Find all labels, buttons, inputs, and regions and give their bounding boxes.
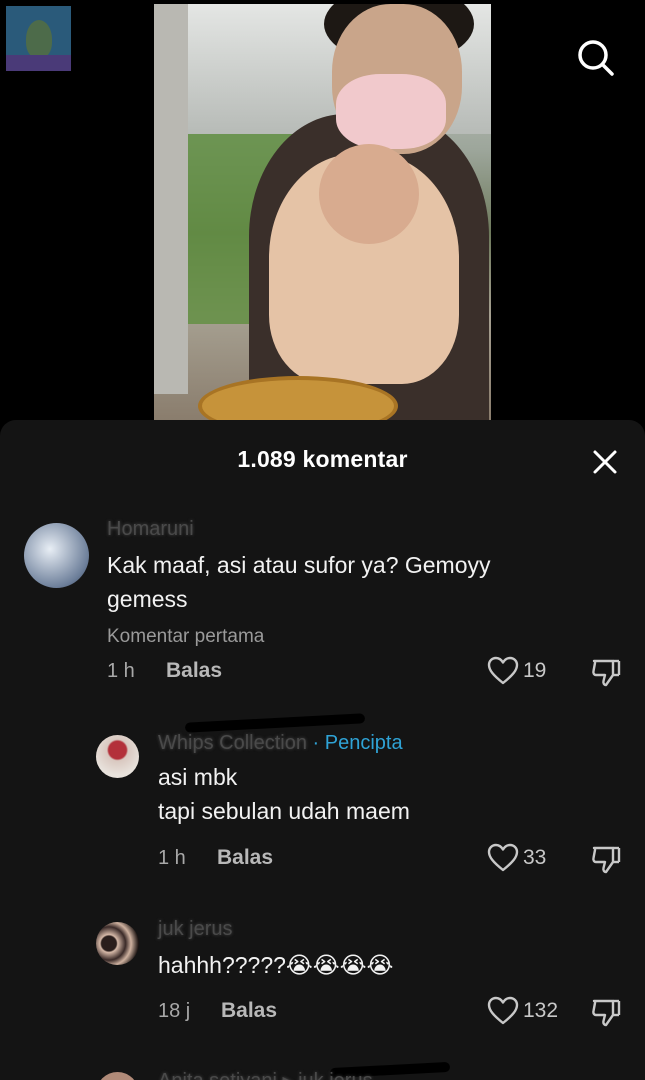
avatar[interactable] xyxy=(24,523,89,588)
thumbs-down-icon xyxy=(592,999,621,1027)
heart-icon xyxy=(487,656,519,685)
creator-badge: · Pencipta xyxy=(312,732,403,754)
comment-time: 1 h xyxy=(107,660,135,682)
video-player[interactable] xyxy=(154,4,491,420)
avatar-character xyxy=(26,20,52,58)
creator-avatar-thumbnail[interactable] xyxy=(6,6,71,71)
dislike-button[interactable] xyxy=(590,843,622,880)
comment-count-title: 1.089 komentar xyxy=(237,446,408,472)
avatar[interactable] xyxy=(96,735,139,778)
thumbs-down-icon xyxy=(592,659,621,687)
avatar[interactable] xyxy=(96,1072,139,1080)
avatar[interactable] xyxy=(96,922,139,965)
reply-button[interactable]: Balas xyxy=(166,659,222,683)
like-count: 132 xyxy=(523,999,559,1022)
comment-username[interactable]: Anita setiyani ▸ juk jerus xyxy=(158,1068,373,1080)
heart-icon xyxy=(487,996,519,1025)
comments-sheet: 1.089 komentar Homaruni Kak maaf, asi at… xyxy=(0,420,645,1080)
comment-username[interactable]: Homaruni xyxy=(107,518,194,541)
comment-text: Kak maaf, asi atau sufor ya? Gemoyy geme… xyxy=(107,552,491,612)
like-count: 19 xyxy=(523,659,547,682)
comment-text: hahhh?????😭😭😭😭 xyxy=(158,952,394,978)
first-comment-label: Komentar pertama xyxy=(107,626,265,647)
comment-text: asi mbk tapi sebulan udah maem xyxy=(158,764,410,824)
like-button[interactable]: 132 xyxy=(487,996,558,1026)
redaction-scribble xyxy=(184,713,366,733)
like-button[interactable]: 33 xyxy=(487,843,546,873)
search-button[interactable] xyxy=(572,34,620,82)
comment-username[interactable]: juk jerus xyxy=(158,918,232,941)
thumbs-down-icon xyxy=(592,846,621,874)
reply-button[interactable]: Balas xyxy=(221,999,277,1023)
like-button[interactable]: 19 xyxy=(487,656,546,686)
comment-time: 1 h xyxy=(158,847,186,869)
search-icon xyxy=(578,40,614,76)
comment-time: 18 j xyxy=(158,1000,191,1022)
close-button[interactable] xyxy=(585,442,625,482)
reply-button[interactable]: Balas xyxy=(217,846,273,870)
dislike-button[interactable] xyxy=(590,996,622,1033)
close-icon xyxy=(593,450,617,474)
like-count: 33 xyxy=(523,846,547,869)
video-area xyxy=(0,0,645,430)
dislike-button[interactable] xyxy=(590,656,622,693)
heart-icon xyxy=(487,843,519,872)
comment-username[interactable]: Whips Collection · Pencipta xyxy=(158,732,403,755)
